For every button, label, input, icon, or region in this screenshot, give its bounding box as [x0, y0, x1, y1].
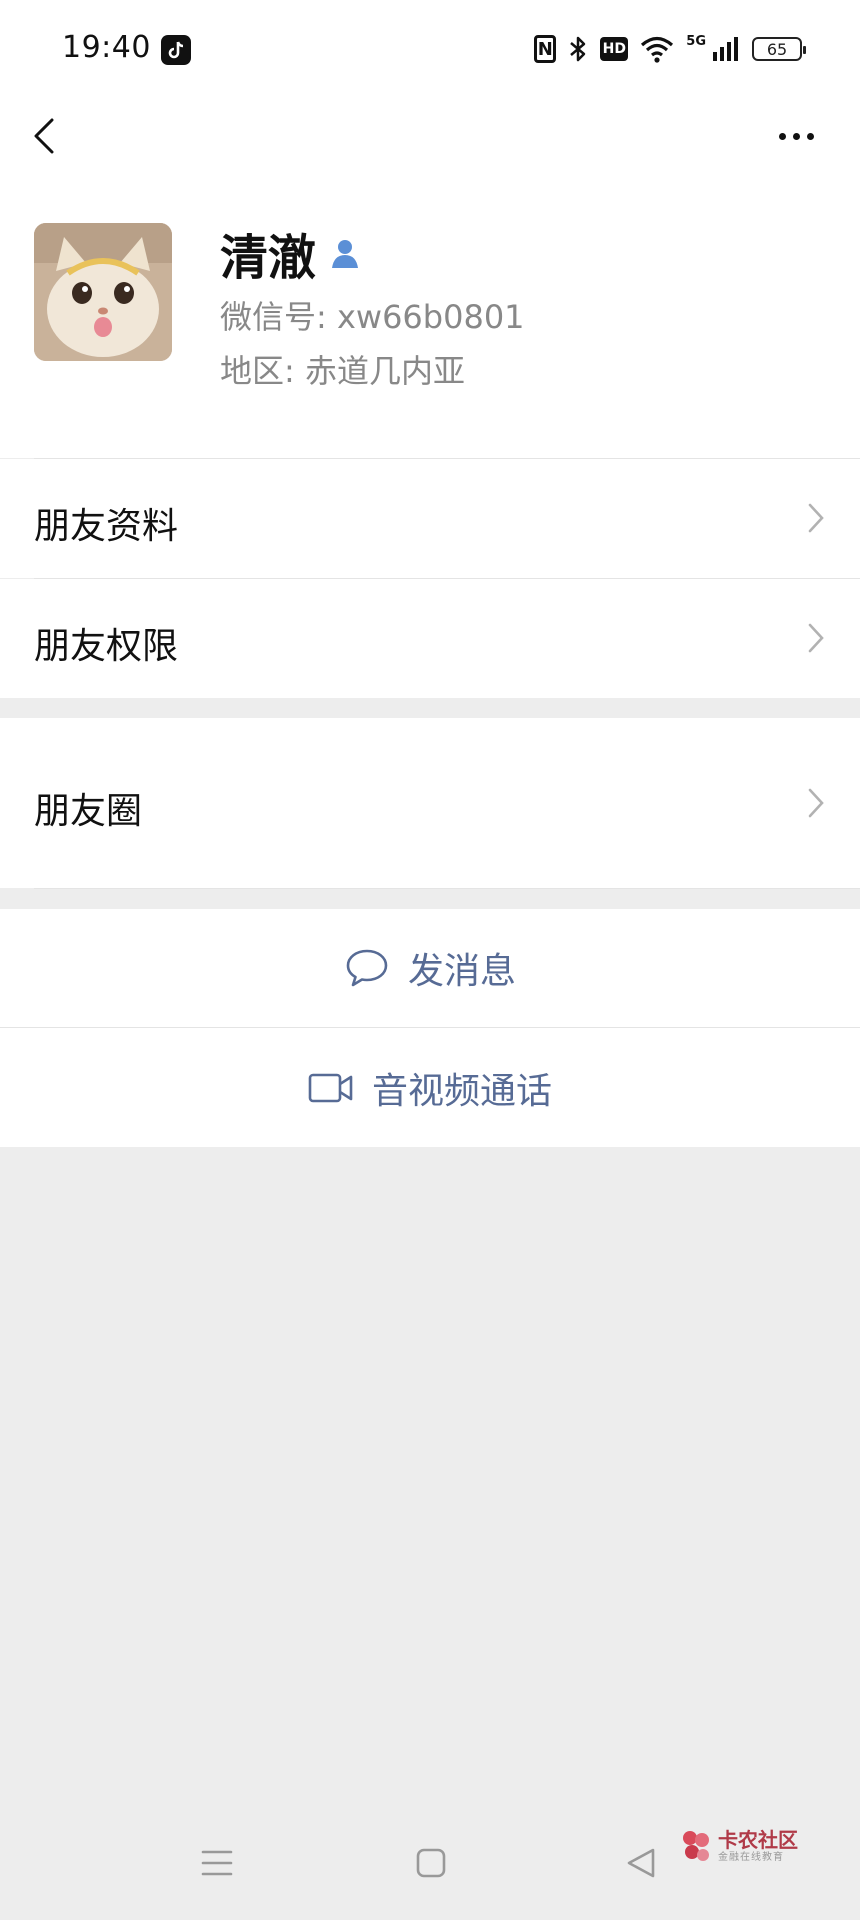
av-call-button[interactable]: 音视频通话: [0, 1028, 860, 1147]
profile-header: 清澈 微信号: xw66b0801 地区: 赤道几内亚: [0, 176, 860, 458]
video-camera-icon: [308, 1073, 353, 1102]
battery-icon: 65: [752, 37, 806, 61]
chevron-right-icon: [808, 503, 824, 533]
network-type: 5G: [686, 33, 706, 49]
nav-bar: [0, 96, 860, 176]
tiktok-icon: [161, 35, 191, 65]
menu-label: 朋友圈: [34, 791, 143, 832]
send-message-label: 发消息: [407, 951, 516, 992]
region: 地区: 赤道几内亚: [220, 352, 465, 390]
chevron-right-icon: [808, 623, 824, 653]
chevron-right-icon: [808, 788, 824, 818]
av-call-label: 音视频通话: [371, 1070, 552, 1112]
chevron-left-icon: [34, 118, 54, 154]
menu-item-friend-permissions[interactable]: 朋友权限: [0, 579, 860, 698]
more-button[interactable]: [766, 118, 826, 154]
kanong-logo-icon: [683, 1831, 709, 1861]
home-square-icon[interactable]: [414, 1846, 448, 1880]
watermark: 卡农社区 金融在线教育: [680, 1828, 798, 1864]
status-bar: 19:40 N HD 5G 65: [0, 0, 860, 96]
watermark-title: 卡农社区: [718, 1827, 798, 1852]
wifi-icon: [641, 36, 674, 63]
contact-name: 清澈: [220, 230, 317, 286]
wechat-id: 微信号: xw66b0801: [220, 298, 525, 336]
back-button[interactable]: [24, 114, 68, 158]
send-message-button[interactable]: 发消息: [0, 909, 860, 1027]
back-triangle-icon[interactable]: [624, 1846, 658, 1880]
signal-icon: [713, 37, 738, 61]
contact-person-icon: [332, 240, 359, 268]
status-time: 19:40: [62, 30, 151, 65]
avatar[interactable]: [34, 223, 172, 361]
chat-bubble-icon: [346, 949, 388, 987]
menu-lines-icon[interactable]: [200, 1846, 234, 1880]
bluetooth-icon: [570, 36, 586, 62]
name-row: 清澈: [220, 218, 362, 288]
more-dots-icon: [778, 132, 786, 140]
hd-icon: HD: [600, 37, 629, 61]
menu-item-moments[interactable]: 朋友圈: [0, 718, 860, 888]
divider: [34, 888, 860, 889]
status-icons: N HD 5G 65: [534, 32, 806, 66]
watermark-subtitle: 金融在线教育: [718, 1851, 784, 1863]
menu-label: 朋友权限: [34, 626, 179, 667]
menu-label: 朋友资料: [34, 506, 179, 547]
nfc-icon: N: [534, 35, 557, 63]
menu-item-friend-info[interactable]: 朋友资料: [0, 459, 860, 578]
battery-level: 65: [766, 39, 788, 59]
